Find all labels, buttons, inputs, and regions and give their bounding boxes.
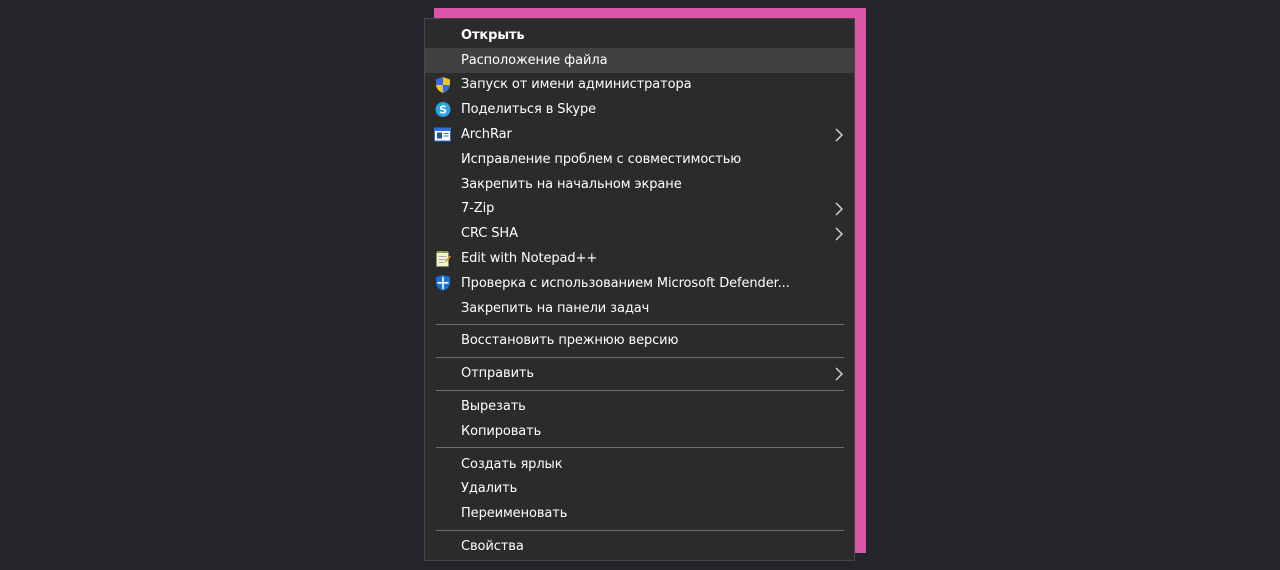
menu-item-label: Закрепить на панели задач: [461, 300, 650, 316]
menu-item-label: Копировать: [461, 423, 542, 439]
menu-item-file-location[interactable]: Расположение файла: [425, 47, 854, 73]
menu-item-label: Запуск от имени администратора: [461, 77, 692, 93]
notepad-plus-plus-icon: [434, 250, 451, 267]
menu-item-restore-previous[interactable]: Восстановить прежнюю версию: [425, 329, 854, 354]
context-menu: Открыть Расположение файла Запуск от име…: [424, 18, 855, 561]
menu-separator: [436, 447, 844, 449]
archive-icon: [434, 126, 451, 143]
menu-item-create-shortcut[interactable]: Создать ярлык: [425, 452, 854, 477]
menu-item-label: Отправить: [461, 366, 534, 382]
menu-separator: [436, 389, 844, 391]
menu-item-archrar[interactable]: ArchRar: [425, 122, 854, 147]
menu-item-label: Поделиться в Skype: [461, 102, 597, 118]
menu-item-label: ArchRar: [461, 127, 512, 143]
menu-item-label: Закрепить на начальном экране: [461, 176, 682, 192]
menu-item-run-as-admin[interactable]: Запуск от имени администратора: [425, 73, 854, 98]
menu-item-troubleshoot-compat[interactable]: Исправление проблем с совместимостью: [425, 147, 854, 172]
menu-item-label: Открыть: [461, 27, 525, 43]
menu-item-pin-start[interactable]: Закрепить на начальном экране: [425, 172, 854, 197]
menu-separator: [436, 529, 844, 531]
menu-item-label: Edit with Notepad++: [461, 251, 598, 267]
menu-separator: [436, 324, 844, 326]
menu-item-cut[interactable]: Вырезать: [425, 394, 854, 419]
chevron-right-icon: [835, 227, 843, 241]
menu-item-label: Вырезать: [461, 399, 526, 415]
menu-item-pin-taskbar[interactable]: Закрепить на панели задач: [425, 296, 854, 321]
menu-item-label: 7-Zip: [461, 201, 495, 217]
svg-text:S: S: [439, 104, 447, 117]
menu-item-properties[interactable]: Свойства: [425, 534, 854, 559]
menu-item-copy[interactable]: Копировать: [425, 419, 854, 444]
menu-item-defender-scan[interactable]: Проверка с использованием Microsoft Defe…: [425, 271, 854, 296]
menu-item-notepad-plus-plus[interactable]: Edit with Notepad++: [425, 246, 854, 271]
menu-item-crc-sha[interactable]: CRC SHA: [425, 221, 854, 246]
menu-item-label: Удалить: [461, 481, 518, 497]
menu-item-label: CRC SHA: [461, 226, 518, 242]
menu-item-open[interactable]: Открыть: [425, 23, 854, 48]
skype-icon: S: [434, 101, 451, 118]
menu-item-label: Свойства: [461, 539, 524, 555]
menu-item-rename[interactable]: Переименовать: [425, 501, 854, 526]
menu-separator: [436, 356, 844, 358]
menu-item-7zip[interactable]: 7-Zip: [425, 197, 854, 222]
menu-item-label: Переименовать: [461, 506, 568, 522]
chevron-right-icon: [835, 128, 843, 142]
chevron-right-icon: [835, 367, 843, 381]
menu-item-send-to[interactable]: Отправить: [425, 361, 854, 386]
menu-item-label: Расположение файла: [461, 52, 608, 68]
defender-shield-icon: [434, 275, 451, 292]
menu-item-label: Создать ярлык: [461, 456, 563, 472]
menu-item-share-skype[interactable]: S Поделиться в Skype: [425, 97, 854, 122]
menu-item-label: Восстановить прежнюю версию: [461, 333, 679, 349]
menu-item-delete[interactable]: Удалить: [425, 477, 854, 502]
uac-shield-icon: [434, 76, 451, 93]
menu-item-label: Исправление проблем с совместимостью: [461, 151, 742, 167]
menu-item-label: Проверка с использованием Microsoft Defe…: [461, 275, 790, 291]
chevron-right-icon: [835, 202, 843, 216]
